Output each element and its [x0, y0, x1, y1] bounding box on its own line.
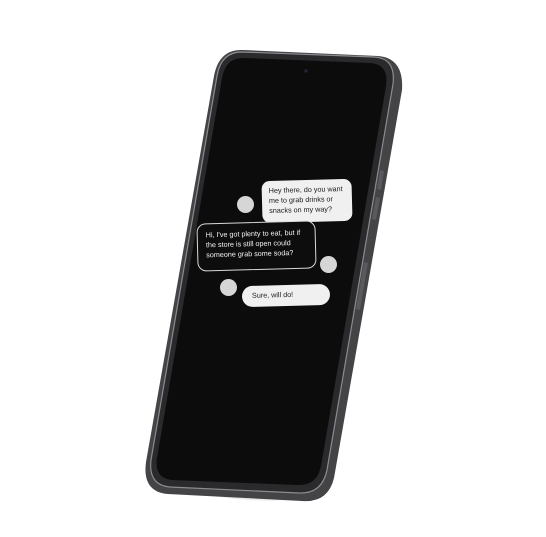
message-bubble[interactable]: Hey there, do you want me to grab drinks…	[261, 178, 353, 224]
message-text: Sure, will do!	[251, 289, 294, 300]
message-text: Hey there, do you want me to grab drinks…	[268, 184, 343, 215]
avatar	[237, 196, 254, 213]
avatar	[220, 279, 237, 296]
mockup-stage: Hey there, do you want me to grab drinks…	[0, 0, 546, 537]
phone-screen	[156, 57, 387, 486]
avatar	[320, 256, 337, 273]
message-bubble[interactable]: Sure, will do!	[241, 283, 331, 308]
front-camera-icon	[304, 69, 308, 73]
message-bubble[interactable]: Hi, I've got plenty to eat, but if the s…	[196, 220, 317, 272]
message-text: Hi, I've got plenty to eat, but if the s…	[205, 227, 301, 260]
